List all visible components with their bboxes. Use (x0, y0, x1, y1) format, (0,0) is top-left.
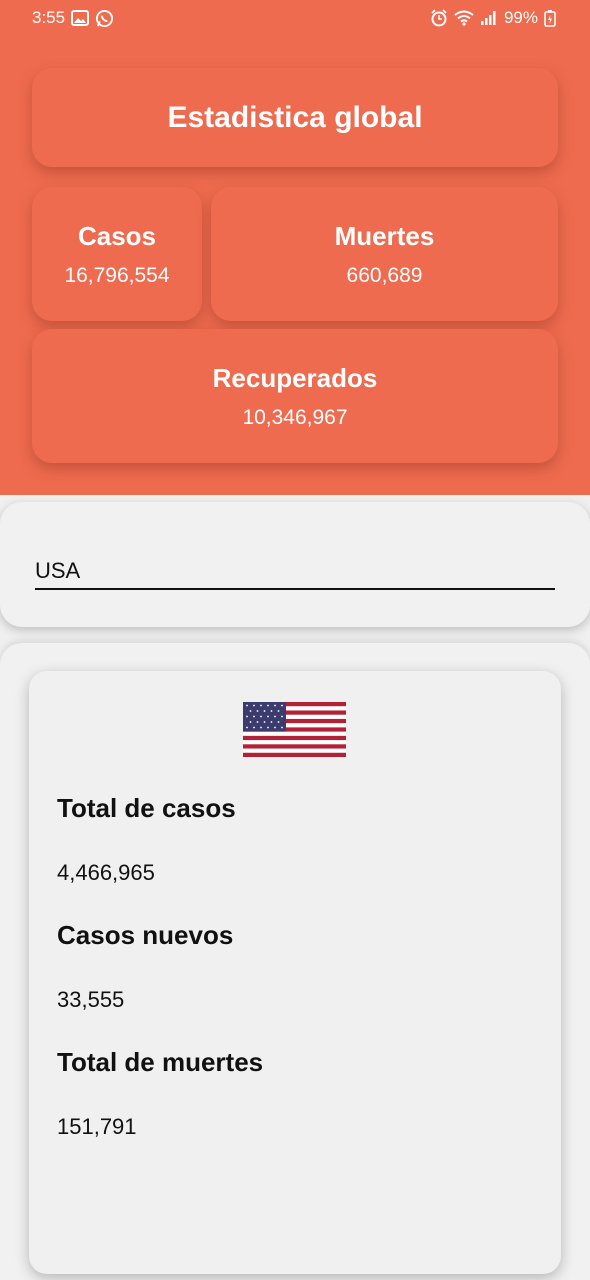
country-stats-card: Total de casos 4,466,965 Casos nuevos 33… (29, 671, 561, 1274)
global-cases-label: Casos (77, 221, 157, 251)
country-search-input[interactable] (35, 554, 555, 590)
signal-icon (480, 10, 498, 26)
total-deaths-value: 151,791 (57, 1114, 137, 1139)
global-recovered-value: 10,346,967 (242, 406, 348, 429)
status-bar: 3:55 99% (0, 0, 590, 36)
battery-icon (544, 9, 556, 27)
global-recovered-label: Recuperados (212, 363, 378, 393)
global-recovered-card: Recuperados 10,346,967 (32, 329, 558, 463)
total-deaths-label: Total de muertes (57, 1047, 264, 1077)
status-time: 3:55 (32, 8, 66, 27)
total-cases-value: 4,466,965 (57, 860, 155, 885)
total-cases-label: Total de casos (57, 793, 236, 823)
global-cases-value: 16,796,554 (64, 264, 170, 287)
alarm-icon (430, 9, 448, 27)
battery-percent: 99% (503, 8, 538, 27)
new-cases-label: Casos nuevos (57, 920, 234, 950)
global-stats-title-card: Estadistica global (32, 68, 558, 167)
global-deaths-value: 660,689 (346, 264, 423, 287)
global-deaths-label: Muertes (334, 221, 435, 251)
country-search-panel (0, 502, 590, 627)
new-cases-value: 33,555 (57, 987, 125, 1012)
global-cases-card: Casos 16,796,554 (32, 187, 202, 321)
global-stats-header: 3:55 99% Estadistica global Casos 16,796… (0, 0, 590, 495)
us-flag-icon (243, 702, 346, 757)
image-icon (71, 10, 90, 26)
global-stats-title: Estadistica global (167, 100, 423, 134)
global-deaths-card: Muertes 660,689 (211, 187, 558, 321)
whatsapp-icon (95, 9, 114, 28)
wifi-icon (454, 10, 474, 26)
